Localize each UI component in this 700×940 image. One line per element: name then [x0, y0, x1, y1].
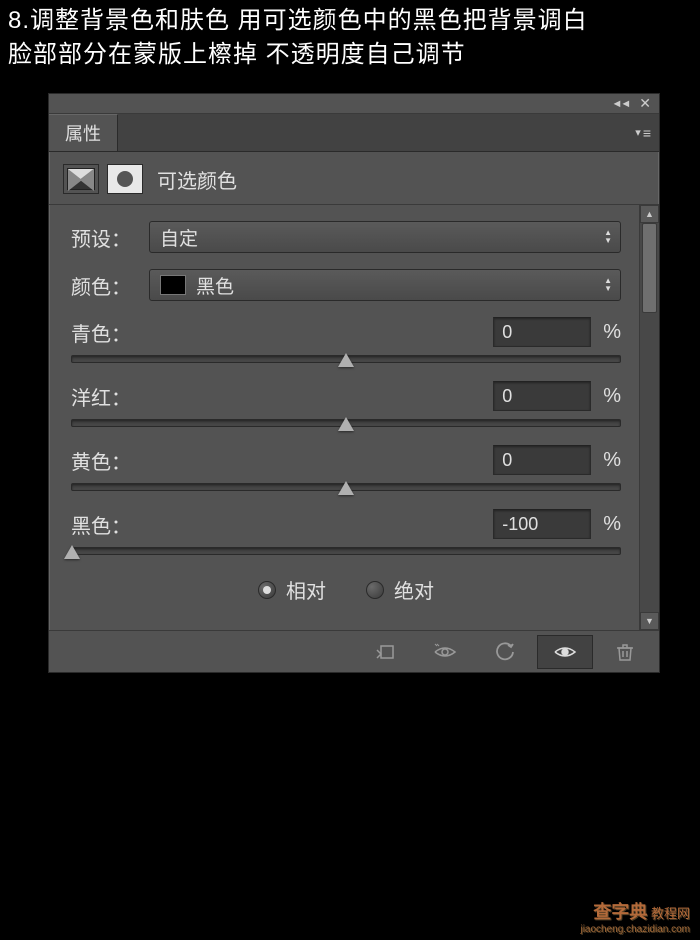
- view-previous-button[interactable]: [417, 635, 473, 669]
- slider-track[interactable]: [71, 419, 621, 427]
- color-label: 颜色：: [71, 271, 149, 300]
- slider-block: 黑色： %: [71, 509, 621, 555]
- slider-block: 黄色： %: [71, 445, 621, 491]
- mask-icon[interactable]: [107, 164, 143, 194]
- radio-unchecked-icon: [366, 581, 384, 599]
- radio-relative[interactable]: 相对: [258, 575, 326, 604]
- scroll-up-icon[interactable]: ▲: [640, 205, 659, 223]
- tab-row: 属性 ▾≡: [49, 114, 659, 152]
- slider-label: 青色：: [71, 318, 131, 347]
- preset-row: 预设： 自定 ▲▼: [71, 221, 621, 253]
- slider-value-input[interactable]: [493, 445, 591, 475]
- properties-panel: ◄◄ ✕ 属性 ▾≡ 可选颜色 预设： 自定 ▲▼ 颜色：: [48, 93, 660, 673]
- percent-sign: %: [603, 385, 621, 408]
- collapse-icon[interactable]: ◄◄: [611, 98, 629, 110]
- percent-sign: %: [603, 321, 621, 344]
- slider-thumb[interactable]: [338, 353, 354, 367]
- slider-thumb[interactable]: [338, 417, 354, 431]
- panel-menu-icon[interactable]: ▾≡: [635, 125, 651, 141]
- close-icon[interactable]: ✕: [639, 95, 651, 112]
- color-swatch: [160, 275, 186, 295]
- scroll-down-icon[interactable]: ▼: [640, 612, 659, 630]
- scroll-thumb[interactable]: [642, 223, 657, 313]
- radio-checked-icon: [258, 581, 276, 599]
- color-dropdown[interactable]: 黑色 ▲▼: [149, 269, 621, 301]
- tab-properties[interactable]: 属性: [49, 114, 118, 151]
- slider-label: 洋红：: [71, 382, 131, 411]
- reset-button[interactable]: [477, 635, 533, 669]
- radio-absolute[interactable]: 绝对: [366, 575, 434, 604]
- delete-button[interactable]: [597, 635, 653, 669]
- selective-color-icon[interactable]: [63, 164, 99, 194]
- color-row: 颜色： 黑色 ▲▼: [71, 269, 621, 301]
- panel-top-bar: ◄◄ ✕: [49, 94, 659, 114]
- method-radio-group: 相对 绝对: [71, 575, 621, 604]
- slider-block: 青色： %: [71, 317, 621, 363]
- watermark: 查字典 教程网 jiaocheng.chazidian.com: [580, 902, 690, 936]
- slider-block: 洋红： %: [71, 381, 621, 427]
- slider-value-input[interactable]: [493, 509, 591, 539]
- content-area: 预设： 自定 ▲▼ 颜色： 黑色 ▲▼ 青色： %: [49, 204, 659, 630]
- clip-to-layer-button[interactable]: [357, 635, 413, 669]
- slider-track[interactable]: [71, 483, 621, 491]
- preset-dropdown[interactable]: 自定 ▲▼: [149, 221, 621, 253]
- slider-thumb[interactable]: [338, 481, 354, 495]
- percent-sign: %: [603, 513, 621, 536]
- scrollbar[interactable]: ▲ ▼: [639, 205, 659, 630]
- preset-label: 预设：: [71, 223, 149, 252]
- panel-title: 可选颜色: [157, 165, 237, 194]
- bottom-toolbar: [49, 630, 659, 672]
- chevron-updown-icon: ▲▼: [604, 277, 612, 293]
- instruction-text: 8.调整背景色和肤色 用可选颜色中的黑色把背景调白 脸部部分在蒙版上檫掉 不透明…: [0, 0, 700, 75]
- slider-track[interactable]: [71, 355, 621, 363]
- panel-header: 可选颜色: [49, 152, 659, 204]
- percent-sign: %: [603, 449, 621, 472]
- slider-value-input[interactable]: [493, 381, 591, 411]
- slider-label: 黑色：: [71, 510, 131, 539]
- chevron-updown-icon: ▲▼: [604, 229, 612, 245]
- toggle-visibility-button[interactable]: [537, 635, 593, 669]
- slider-value-input[interactable]: [493, 317, 591, 347]
- slider-track[interactable]: [71, 547, 621, 555]
- slider-label: 黄色：: [71, 446, 131, 475]
- slider-thumb[interactable]: [64, 545, 80, 559]
